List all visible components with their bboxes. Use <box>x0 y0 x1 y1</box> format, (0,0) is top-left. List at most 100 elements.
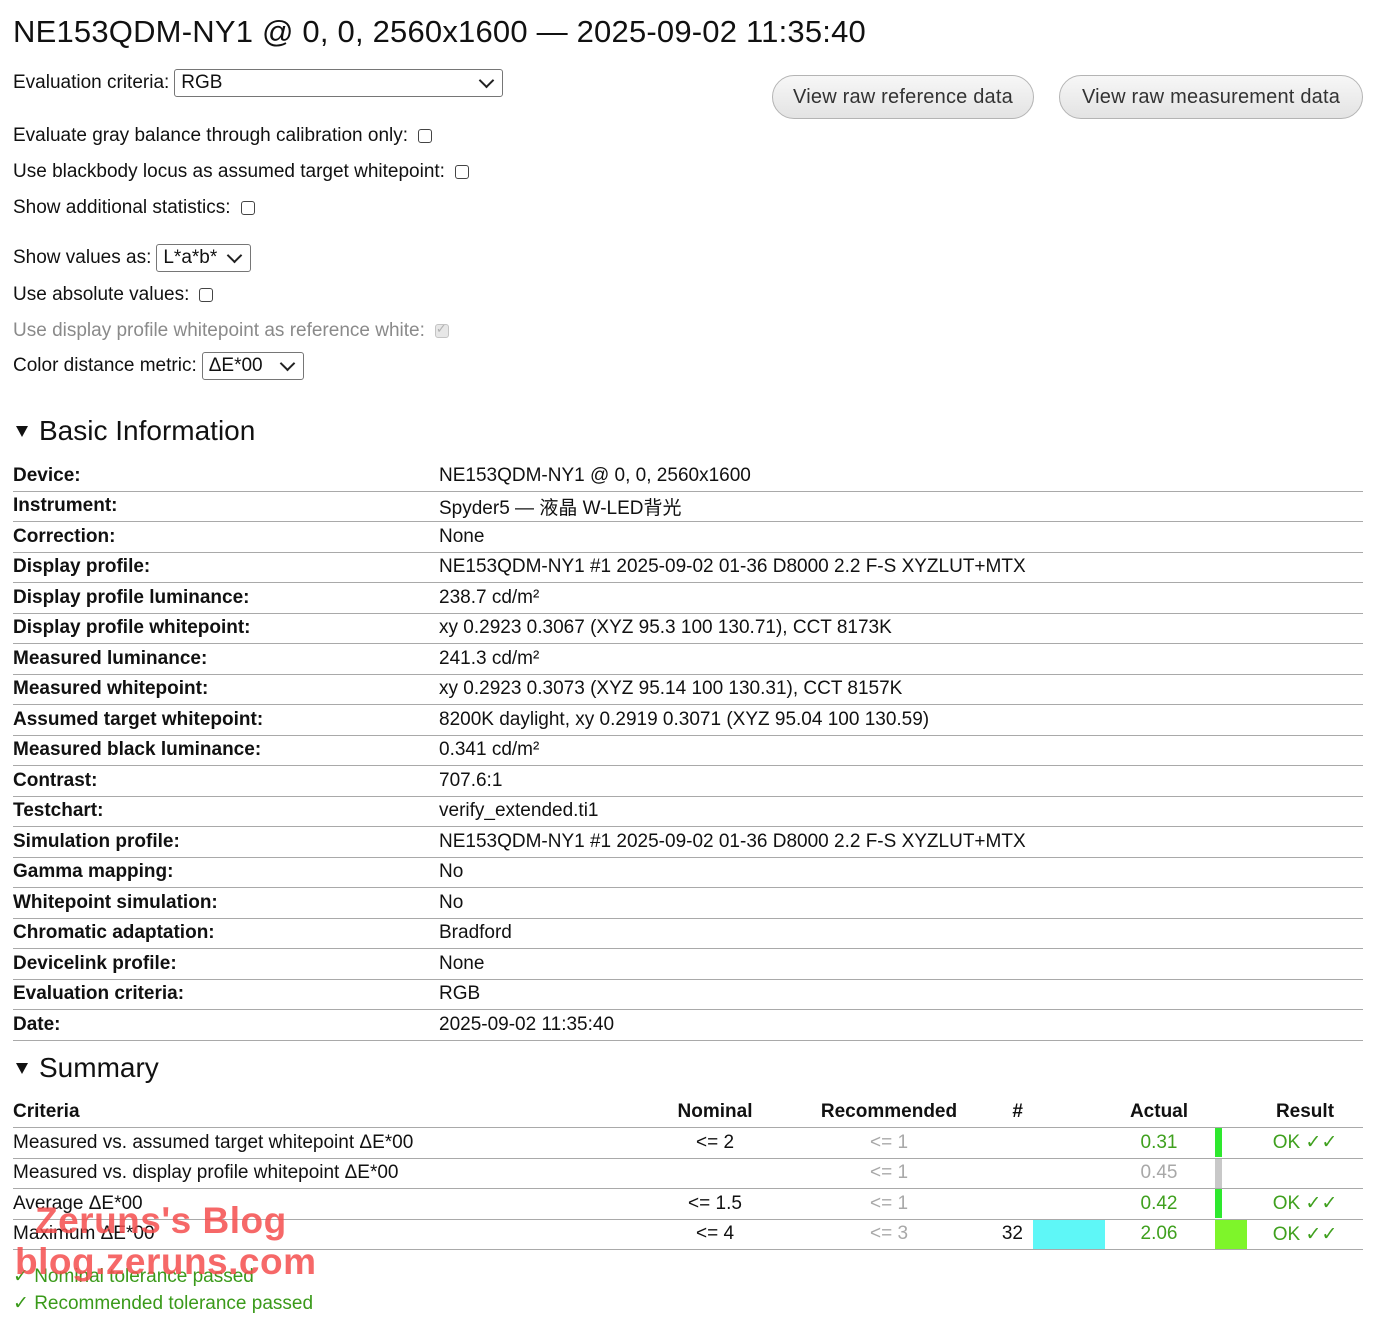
summary-count <box>973 1188 1023 1220</box>
delta-bar <box>1215 1158 1222 1188</box>
info-row: Measured luminance: 241.3 cd/m² <box>13 643 1363 675</box>
absolute-values-checkbox[interactable] <box>199 288 214 302</box>
additional-stats-checkbox[interactable] <box>240 201 255 215</box>
info-value: No <box>439 887 1363 919</box>
summary-result: OK ✓✓ <box>1247 1127 1363 1159</box>
info-value: verify_extended.ti1 <box>439 796 1363 827</box>
summary-row: Measured vs. assumed target whitepoint Δ… <box>13 1127 1363 1159</box>
col-result: Result <box>1247 1097 1363 1128</box>
info-value: xy 0.2923 0.3067 (XYZ 95.3 100 130.71), … <box>439 613 1363 644</box>
info-key: Correction: <box>13 521 439 553</box>
summary-actual: 2.06 <box>1111 1219 1207 1250</box>
col-swatch <box>1023 1097 1111 1128</box>
info-row: Measured whitepoint: xy 0.2923 0.3073 (XY… <box>13 674 1363 705</box>
info-value: None <box>439 521 1363 553</box>
absolute-values-label: Use absolute values: <box>13 284 190 305</box>
info-row: Display profile luminance: 238.7 cd/m² <box>13 582 1363 614</box>
blackbody-checkbox[interactable] <box>454 165 469 179</box>
info-value: 8200K daylight, xy 0.2919 0.3071 (XYZ 95… <box>439 704 1363 736</box>
info-key: Device: <box>13 461 439 492</box>
info-value: 238.7 cd/m² <box>439 582 1363 614</box>
info-row: Simulation profile: NE153QDM-NY1 #1 2025-… <box>13 826 1363 858</box>
info-row: Evaluation criteria: RGB <box>13 979 1363 1010</box>
metric-select[interactable]: ΔE*00 <box>201 352 304 380</box>
info-key: Display profile: <box>13 552 439 583</box>
col-nominal: Nominal <box>625 1097 805 1128</box>
summary-count <box>973 1158 1023 1189</box>
info-key: Measured luminance: <box>13 643 439 675</box>
summary-count: 32 <box>973 1219 1023 1250</box>
watermark-title: Zeruns's Blog <box>35 1200 287 1241</box>
blackbody-label: Use blackbody locus as assumed target wh… <box>13 161 445 182</box>
info-key: Simulation profile: <box>13 826 439 858</box>
delta-bar <box>1215 1219 1247 1249</box>
eval-criteria-label: Evaluation criteria: <box>13 72 170 93</box>
info-row: Contrast: 707.6:1 <box>13 765 1363 797</box>
summary-nominal: <= 1.5 <box>625 1188 805 1220</box>
info-key: Measured whitepoint: <box>13 674 439 705</box>
summary-swatch <box>1023 1127 1111 1159</box>
info-row: Instrument: Spyder5 — 液晶 W-LED背光 <box>13 491 1363 522</box>
info-value: None <box>439 948 1363 980</box>
info-key: Gamma mapping: <box>13 857 439 888</box>
summary-bar-cell <box>1207 1127 1247 1159</box>
info-row: Devicelink profile: None <box>13 948 1363 980</box>
metric-label: Color distance metric: <box>13 355 197 376</box>
col-bar <box>1207 1097 1247 1128</box>
basic-info-toggle[interactable]: Basic Information <box>13 412 255 450</box>
info-row: Chromatic adaptation: Bradford <box>13 918 1363 949</box>
summary-recommended: <= 1 <box>805 1158 973 1189</box>
summary-swatch <box>1023 1188 1111 1220</box>
info-value: xy 0.2923 0.3073 (XYZ 95.14 100 130.31),… <box>439 674 1363 705</box>
delta-bar <box>1215 1189 1222 1219</box>
show-values-select[interactable]: L*a*b* <box>156 244 252 272</box>
basic-info-heading: Basic Information <box>39 415 256 446</box>
summary-recommended: <= 1 <box>805 1188 973 1220</box>
summary-toggle[interactable]: Summary <box>13 1049 159 1087</box>
summary-bar-cell <box>1207 1219 1247 1250</box>
info-key: Date: <box>13 1009 439 1041</box>
chevron-down-icon <box>279 355 296 372</box>
legend-recommended: ✓ Recommended tolerance passed <box>13 1293 314 1314</box>
col-num: # <box>973 1097 1023 1128</box>
info-value: RGB <box>439 979 1363 1010</box>
summary-nominal: <= 4 <box>625 1219 805 1250</box>
triangle-down-icon <box>16 1062 28 1074</box>
info-key: Testchart: <box>13 796 439 827</box>
info-value: Spyder5 — 液晶 W-LED背光 <box>439 491 1363 522</box>
summary-bar-cell <box>1207 1188 1247 1220</box>
summary-nominal <box>625 1158 805 1189</box>
eval-criteria-select[interactable]: RGB <box>174 69 504 97</box>
summary-criteria: Measured vs. assumed target whitepoint Δ… <box>13 1127 625 1159</box>
watermark-url: blog.zeruns.com <box>15 1241 317 1282</box>
metric-value: ΔE*00 <box>208 355 263 376</box>
info-key: Whitepoint simulation: <box>13 887 439 919</box>
info-value: Bradford <box>439 918 1363 949</box>
summary-result: OK ✓✓ <box>1247 1219 1363 1250</box>
info-row: Gamma mapping: No <box>13 857 1363 888</box>
summary-recommended: <= 3 <box>805 1219 973 1250</box>
chevron-down-icon <box>479 72 495 89</box>
profile-white-label: Use display profile whitepoint as refere… <box>13 320 425 341</box>
page-title: NE153QDM-NY1 @ 0, 0, 2560x1600 — 2025-09… <box>13 14 866 49</box>
eval-criteria-value: RGB <box>181 72 223 93</box>
view-raw-measurement-button[interactable]: View raw measurement data <box>1059 75 1363 119</box>
info-row: Display profile: NE153QDM-NY1 #1 2025-09-… <box>13 552 1363 583</box>
basic-info-table: Device: NE153QDM-NY1 @ 0, 0, 2560x1600 Ins… <box>13 461 1363 1041</box>
gray-balance-checkbox[interactable] <box>418 129 433 143</box>
info-row: Assumed target whitepoint: 8200K daylight… <box>13 704 1363 736</box>
summary-result: OK ✓✓ <box>1247 1188 1363 1220</box>
delta-bar <box>1215 1128 1222 1158</box>
info-value: 241.3 cd/m² <box>439 643 1363 675</box>
info-value: NE153QDM-NY1 #1 2025-09-02 01-36 D8000 2… <box>439 552 1363 583</box>
summary-swatch <box>1023 1219 1111 1250</box>
view-raw-reference-button[interactable]: View raw reference data <box>772 75 1034 119</box>
gray-balance-label: Evaluate gray balance through calibratio… <box>13 125 409 146</box>
summary-heading: Summary <box>39 1052 159 1083</box>
summary-swatch <box>1023 1158 1111 1189</box>
info-value: No <box>439 857 1363 888</box>
summary-actual: 0.31 <box>1111 1127 1207 1159</box>
info-row: Display profile whitepoint: xy 0.2923 0.3… <box>13 613 1363 644</box>
col-criteria: Criteria <box>13 1097 625 1128</box>
info-key: Evaluation criteria: <box>13 979 439 1010</box>
